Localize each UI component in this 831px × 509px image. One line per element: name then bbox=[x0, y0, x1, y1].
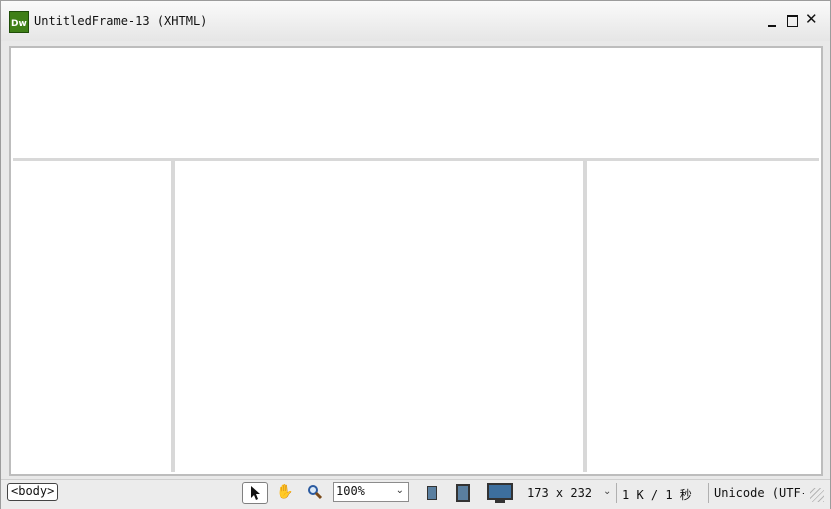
encoding-readout: Unicode (UTF-8) bbox=[714, 486, 804, 500]
left-frame[interactable] bbox=[13, 161, 171, 472]
status-divider bbox=[616, 483, 617, 503]
hand-tool-button[interactable]: ✋ bbox=[273, 482, 297, 502]
close-icon: ✕ bbox=[805, 10, 818, 28]
title-bar: Dw UntitledFrame-13 (XHTML) ✕ bbox=[1, 1, 830, 41]
right-frame[interactable] bbox=[587, 161, 819, 472]
mobile-size-icon[interactable] bbox=[427, 486, 437, 500]
select-tool-button[interactable] bbox=[242, 482, 268, 504]
document-window: Dw UntitledFrame-13 (XHTML) ✕ <body> ✋ 1… bbox=[0, 0, 831, 509]
design-canvas[interactable] bbox=[9, 46, 823, 476]
pointer-icon bbox=[251, 486, 260, 500]
zoom-tool-button[interactable] bbox=[303, 482, 327, 502]
window-size-chevron-icon[interactable]: ⌄ bbox=[603, 486, 611, 497]
minimize-icon bbox=[768, 25, 776, 27]
dreamweaver-app-icon: Dw bbox=[9, 11, 29, 33]
app-icon-label: Dw bbox=[11, 19, 27, 29]
maximize-icon bbox=[787, 15, 798, 27]
hand-icon: ✋ bbox=[276, 484, 294, 500]
close-button[interactable]: ✕ bbox=[804, 10, 818, 29]
zoom-select[interactable]: 100% ⌄ bbox=[333, 482, 409, 502]
tablet-size-icon[interactable] bbox=[456, 484, 470, 502]
zoom-value: 100% bbox=[336, 484, 365, 498]
top-frame[interactable] bbox=[13, 50, 819, 158]
tag-selector-body[interactable]: <body> bbox=[7, 483, 59, 501]
download-size-time: 1 K / 1 秒 bbox=[622, 488, 692, 502]
magnifier-icon bbox=[308, 485, 323, 500]
desktop-size-icon[interactable] bbox=[487, 483, 513, 500]
main-frame[interactable] bbox=[175, 161, 583, 472]
maximize-button[interactable] bbox=[785, 11, 799, 29]
resize-grip-icon[interactable] bbox=[810, 488, 824, 502]
status-bar: <body> ✋ 100% ⌄ 173 x 232 ⌄ 1 K / 1 秒 Un… bbox=[1, 479, 830, 509]
minimize-button[interactable] bbox=[766, 11, 780, 29]
window-title: UntitledFrame-13 (XHTML) bbox=[34, 14, 208, 28]
desktop-stand-icon bbox=[495, 500, 505, 503]
status-divider bbox=[708, 483, 709, 503]
chevron-down-icon: ⌄ bbox=[395, 485, 404, 496]
window-size-readout[interactable]: 173 x 232 bbox=[527, 486, 592, 500]
